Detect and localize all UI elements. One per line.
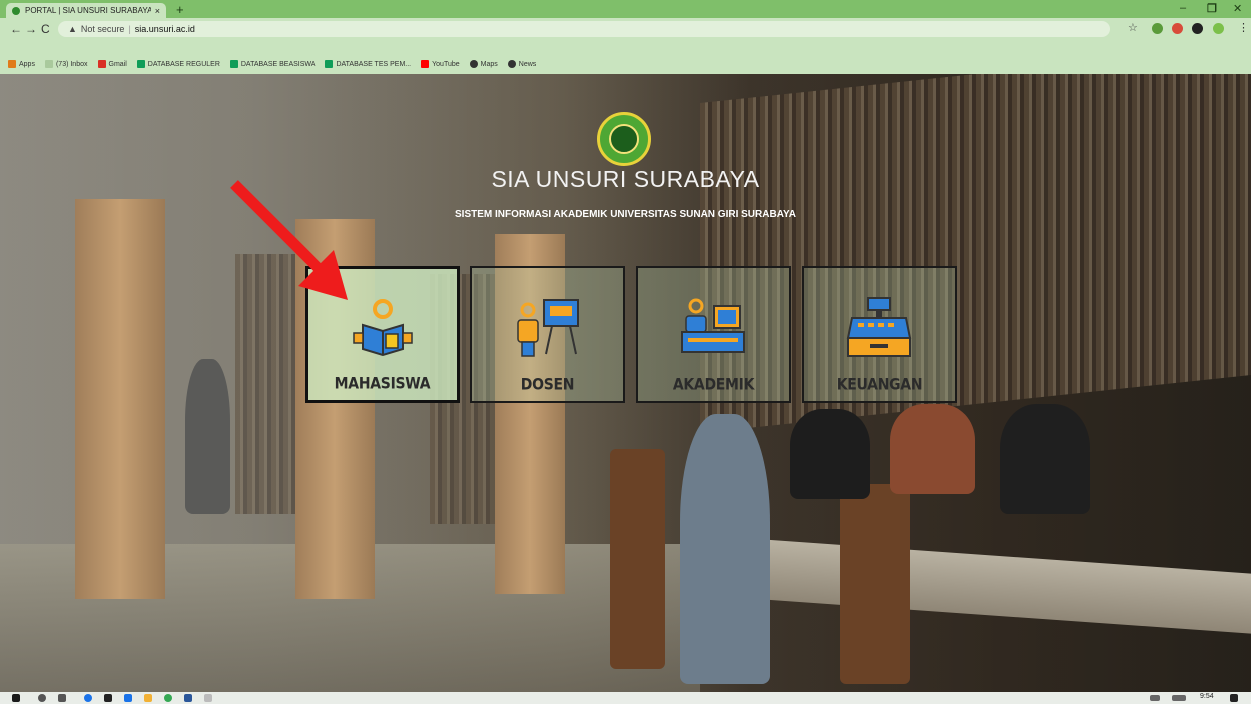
menu-kebab-icon[interactable]: ⋮ <box>1238 21 1249 34</box>
background-person <box>185 359 230 514</box>
address-bar[interactable]: ▲ Not secure | sia.unsuri.ac.id <box>58 21 1110 37</box>
background-table <box>690 534 1251 634</box>
notification-icon[interactable] <box>1230 694 1238 702</box>
globe-icon <box>507 60 516 68</box>
tab-close-icon[interactable]: × <box>155 6 160 16</box>
volume-network-icon[interactable] <box>1172 695 1186 701</box>
menu-card-keuangan[interactable]: KEUANGAN <box>802 266 957 403</box>
tab-title: PORTAL | SIA UNSURI SURABAYA <box>25 6 151 15</box>
menu-card-label: KEUANGAN <box>836 375 923 395</box>
cash-register-icon <box>846 297 912 357</box>
windows-start-icon[interactable] <box>12 694 20 702</box>
close-window-icon[interactable]: ✕ <box>1233 2 1242 15</box>
background-person <box>890 404 975 494</box>
inbox-icon <box>44 60 53 68</box>
extension-adblock-icon[interactable] <box>1172 23 1183 34</box>
extensions-puzzle-icon[interactable] <box>1192 23 1203 34</box>
app-icon[interactable] <box>204 694 212 702</box>
back-icon[interactable]: ← <box>10 22 22 36</box>
bookmark-database-beasiswa[interactable]: DATABASE BEASISWA <box>229 60 316 68</box>
bookmark-maps[interactable]: Maps <box>469 60 498 68</box>
browser-toolbar: ← → C ▲ Not secure | sia.unsuri.ac.id ☆ … <box>0 18 1251 54</box>
bookmark-label: Maps <box>480 60 498 68</box>
word-icon[interactable] <box>184 694 192 702</box>
url-text: sia.unsuri.ac.id <box>134 24 195 34</box>
background-person <box>680 414 770 684</box>
sheets-icon <box>229 60 238 68</box>
new-tab-button[interactable]: + <box>176 2 184 17</box>
lecturer-board-icon <box>517 299 579 357</box>
student-reading-icon <box>353 299 413 357</box>
bookmark-label: News <box>518 60 537 68</box>
sheets-icon <box>136 60 145 68</box>
globe-icon <box>469 60 478 68</box>
reload-icon[interactable]: C <box>41 22 50 36</box>
profile-avatar-icon[interactable] <box>1213 23 1224 34</box>
menu-card-label: AKADEMIK <box>672 375 755 395</box>
background-pillar <box>75 199 165 599</box>
background-person <box>1000 404 1090 514</box>
task-view-icon[interactable] <box>58 694 66 702</box>
bookmark-label: DATABASE TES PEM... <box>336 60 412 68</box>
background-chair <box>840 484 910 684</box>
page-title: SIA UNSURI SURABAYA <box>491 166 760 192</box>
extension-icon[interactable] <box>1152 23 1163 34</box>
logo-emblem <box>609 124 639 154</box>
bookmark-label: Apps <box>19 60 35 68</box>
bookmark-gmail[interactable]: Gmail <box>97 60 127 68</box>
bookmark-apps[interactable]: Apps <box>8 60 35 68</box>
taskbar-clock[interactable]: 9:54 <box>1200 693 1214 700</box>
bookmark-database-tes[interactable]: DATABASE TES PEM... <box>325 60 411 68</box>
bookmark-label: Gmail <box>108 60 127 68</box>
bookmark-youtube[interactable]: YouTube <box>421 60 460 68</box>
site-favicon-icon <box>12 6 20 15</box>
restore-icon[interactable]: ❐ <box>1207 2 1217 15</box>
edge-icon[interactable] <box>84 694 92 702</box>
bookmark-label: DATABASE REGULER <box>147 60 220 68</box>
portal-page: SIA UNSURI SURABAYA SISTEM INFORMASI AKA… <box>0 74 1251 692</box>
forward-icon[interactable]: → <box>25 22 37 36</box>
omnibox-divider: | <box>128 24 131 34</box>
windows-taskbar: 9:54 <box>0 692 1251 704</box>
bookmarks-bar: Apps (73) Inbox Gmail DATABASE REGULER D… <box>0 54 1251 74</box>
bookmark-label: DATABASE BEASISWA <box>240 60 316 68</box>
bookmark-star-icon[interactable]: ☆ <box>1128 21 1138 34</box>
unsuri-logo <box>597 112 651 166</box>
mail-icon[interactable] <box>124 694 132 702</box>
search-icon[interactable] <box>38 694 46 702</box>
menu-card-dosen[interactable]: DOSEN <box>470 266 625 403</box>
sheets-icon <box>325 60 334 68</box>
bookmark-label: (73) Inbox <box>55 60 88 68</box>
menu-card-akademik[interactable]: AKADEMIK <box>636 266 791 403</box>
warning-icon: ▲ <box>68 24 77 34</box>
bookmark-database-reguler[interactable]: DATABASE REGULER <box>136 60 220 68</box>
system-tray-icon[interactable] <box>1150 695 1160 701</box>
store-icon[interactable] <box>104 694 112 702</box>
browser-tab[interactable]: PORTAL | SIA UNSURI SURABAYA × <box>6 3 166 18</box>
bookmark-inbox[interactable]: (73) Inbox <box>44 60 88 68</box>
bookmark-label: YouTube <box>432 60 460 68</box>
menu-card-label: MAHASISWA <box>334 374 431 394</box>
page-subtitle: SISTEM INFORMASI AKADEMIK UNIVERSITAS SU… <box>455 209 796 220</box>
desk-computer-icon <box>681 298 745 353</box>
browser-titlebar: PORTAL | SIA UNSURI SURABAYA × + – ❐ ✕ <box>0 0 1251 18</box>
bookmark-news[interactable]: News <box>507 60 537 68</box>
security-label: Not secure <box>80 24 125 34</box>
annotation-arrow-icon <box>230 180 348 300</box>
minimize-icon[interactable]: – <box>1180 2 1186 14</box>
background-person <box>790 409 870 499</box>
file-explorer-icon[interactable] <box>144 694 152 702</box>
apps-grid-icon <box>8 60 16 68</box>
chrome-icon[interactable] <box>164 694 172 702</box>
gmail-icon <box>97 60 106 68</box>
youtube-icon <box>421 60 430 68</box>
background-chair <box>610 449 665 669</box>
menu-card-label: DOSEN <box>520 375 575 395</box>
